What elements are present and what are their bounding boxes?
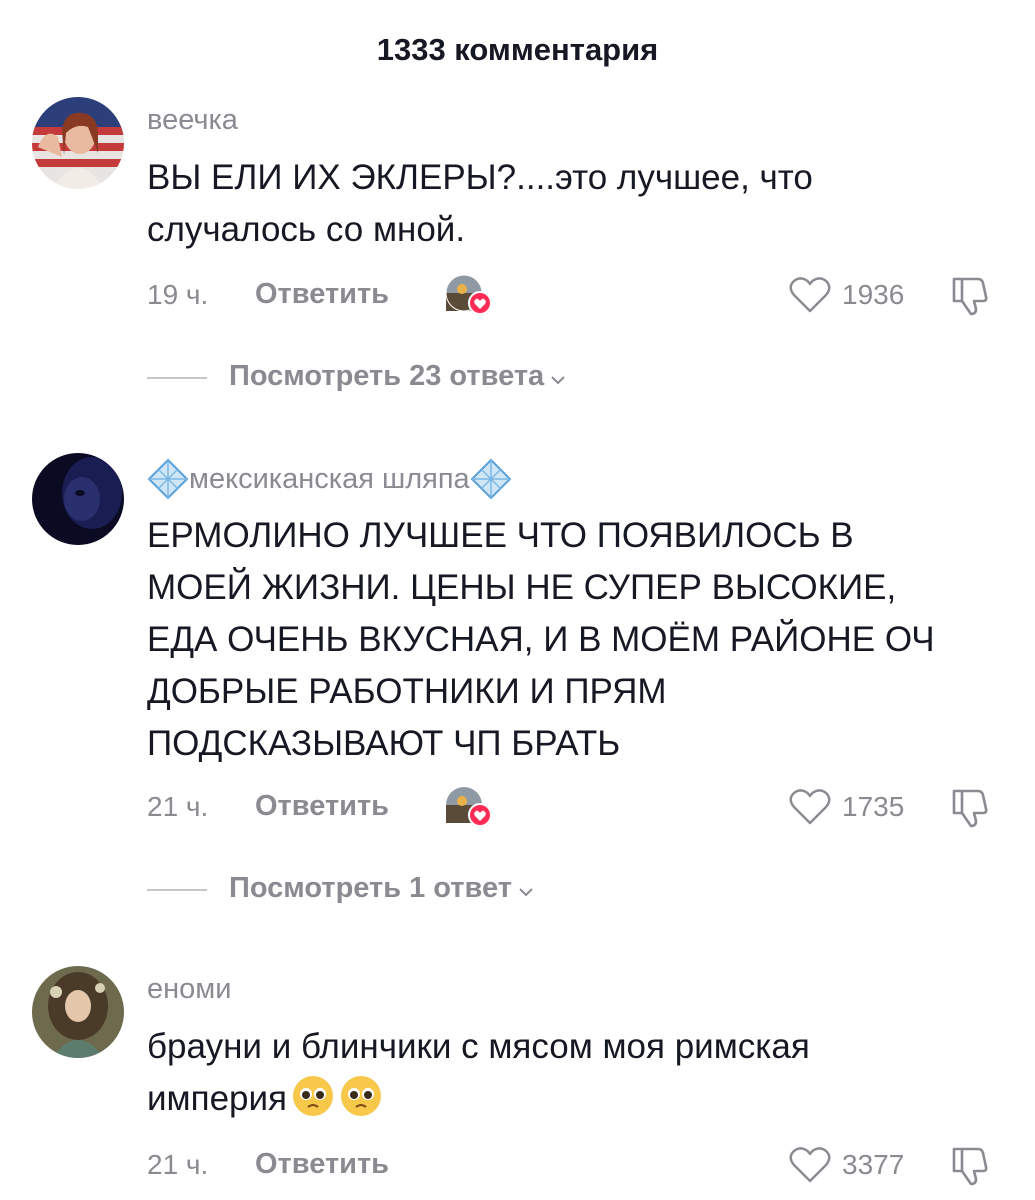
like-count: 1735	[842, 791, 905, 822]
diamond-icon	[147, 458, 189, 500]
reply-button[interactable]: Ответить	[255, 1148, 389, 1181]
like-count: 3377	[842, 1149, 905, 1180]
view-replies-button[interactable]: Посмотреть 23 ответа	[147, 358, 747, 398]
diamond-icon	[470, 458, 512, 500]
username-text: мексиканская шляпа	[189, 462, 470, 495]
heart-outline-icon[interactable]	[788, 787, 832, 827]
thumbs-down-icon[interactable]	[948, 1143, 994, 1187]
comment-text: ЕРМОЛИНО ЛУЧШЕЕ ЧТО ПОЯВИЛОСЬ В МОЕЙ ЖИЗ…	[147, 516, 935, 763]
comment-username[interactable]: еноми	[147, 973, 231, 1006]
comment-text: ВЫ ЕЛИ ИХ ЭКЛЕРЫ?....это лучшее, что слу…	[147, 158, 813, 249]
pleading-face-emoji	[291, 1074, 335, 1118]
thumbs-down-icon[interactable]	[948, 273, 994, 317]
heart-outline-icon[interactable]	[788, 1145, 832, 1185]
divider	[147, 377, 207, 379]
avatar[interactable]	[32, 453, 124, 545]
thumbs-down-icon[interactable]	[948, 785, 994, 829]
comment-text: брауни и блинчики с мясом моя римская им…	[147, 1021, 1007, 1125]
like-count: 1936	[842, 279, 905, 310]
divider	[147, 889, 207, 891]
comment-username[interactable]: мексиканская шляпа	[147, 458, 512, 500]
pleading-face-emoji	[339, 1074, 383, 1118]
comment-time: 19 ч.	[147, 279, 209, 310]
comment-username[interactable]: веечка	[147, 104, 238, 137]
comments-count-title: 1333 комментария	[376, 32, 659, 67]
reply-button[interactable]: Ответить	[255, 278, 389, 311]
comment-actions: 21 ч. Ответить 3377	[0, 1143, 1035, 1187]
creator-liked-icon	[442, 785, 494, 829]
comment-actions: 19 ч. Ответить 1936	[0, 273, 1035, 317]
chevron-down-icon	[518, 873, 534, 906]
comment-text-content: брауни и блинчики с мясом моя римская им…	[147, 1027, 810, 1118]
comment-time: 21 ч.	[147, 1149, 209, 1180]
view-replies-label: Посмотреть 23 ответа	[229, 360, 545, 392]
chevron-down-icon	[550, 361, 566, 394]
comment-actions: 21 ч. Ответить 1735	[0, 785, 1035, 829]
reply-button[interactable]: Ответить	[255, 790, 389, 823]
view-replies-button[interactable]: Посмотреть 1 ответ	[147, 870, 747, 910]
creator-liked-icon	[442, 273, 494, 317]
avatar[interactable]	[32, 966, 124, 1058]
avatar[interactable]	[32, 97, 124, 189]
heart-outline-icon[interactable]	[788, 275, 832, 315]
comment-time: 21 ч.	[147, 791, 209, 822]
view-replies-label: Посмотреть 1 ответ	[229, 872, 512, 904]
